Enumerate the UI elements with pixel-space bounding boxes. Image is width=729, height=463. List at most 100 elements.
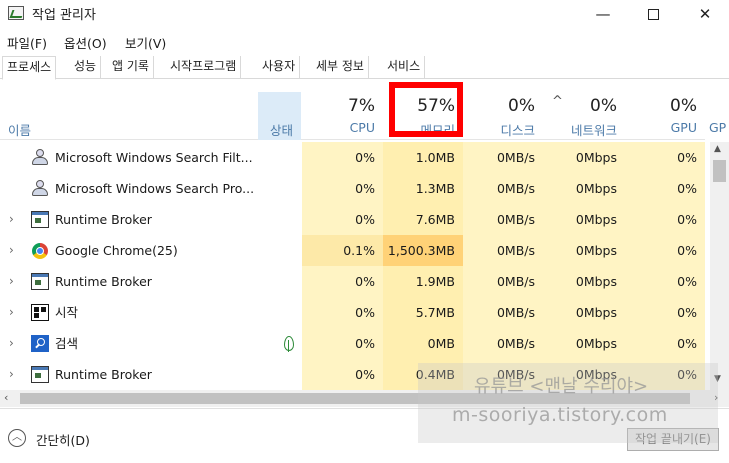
menu-bar: 파일(F) 옵션(O) 보기(V) [0,30,729,52]
process-name: Google Chrome(25) [55,243,178,258]
watermark-text: 유튜브 <맨날 수리야> [474,376,649,397]
task-manager-icon [8,6,24,20]
title-bar: 작업 관리자 — ✕ [0,0,729,28]
process-network: 0Mbps [543,266,625,297]
process-memory: 1.0MB [383,142,463,173]
process-row[interactable]: › Google Chrome(25) 0.1% 1,500.3MB 0MB/s 0Mbp… [0,235,705,266]
process-name: Microsoft Windows Search Filt... [55,150,253,165]
tab-services[interactable]: 서비스 [383,56,426,79]
column-gpu-engine-label: GP [709,120,727,135]
vertical-scrollbar[interactable]: ▲ ▼ [710,142,729,390]
cpu-total: 7% [348,96,375,116]
column-header: 이름 상태 7% CPU 57% 메모리 0% 디스크 ^ 0% 네트워크 0%… [0,92,726,140]
process-disk: 0MB/s [463,173,543,204]
tab-details[interactable]: 세부 정보 [312,56,369,79]
column-network[interactable]: ^ 0% 네트워크 [543,92,625,140]
tab-strip: 프로세스 성능 앱 기록 시작프로그램 사용자 세부 정보 서비스 [0,56,729,80]
process-row[interactable]: › 검색 0% 0MB 0MB/s 0Mbps 0% [0,328,705,359]
window-title: 작업 관리자 [32,8,96,23]
tab-performance[interactable]: 성능 [70,56,102,79]
process-gpu: 0% [625,266,705,297]
disk-total: 0% [508,96,535,116]
process-row[interactable]: › Runtime Broker 0% 1.9MB 0MB/s 0Mbps 0% [0,266,705,297]
column-status-label: 상태 [269,123,293,138]
process-memory: 7.6MB [383,204,463,235]
process-name: Runtime Broker [55,274,152,289]
network-total: 0% [590,96,617,116]
process-disk: 0MB/s [463,142,543,173]
process-gpu: 0% [625,142,705,173]
chevron-up-circle-icon[interactable]: ︿ [8,429,26,447]
fewer-details-link[interactable]: 간단히(D) [36,430,90,449]
process-memory: 1,500.3MB [383,235,463,266]
process-cpu: 0.1% [301,235,383,266]
process-memory: 0MB [383,328,463,359]
process-gpu: 0% [625,173,705,204]
tab-processes[interactable]: 프로세스 [2,56,57,80]
tab-app-history[interactable]: 앱 기록 [108,56,154,79]
process-list: Microsoft Windows Search Filt... 0% 1.0MB 0… [0,142,705,390]
tab-startup[interactable]: 시작프로그램 [166,56,242,79]
process-gpu: 0% [625,297,705,328]
scroll-up-icon[interactable]: ▲ [714,144,721,154]
process-cpu: 0% [301,328,383,359]
column-disk[interactable]: 0% 디스크 [463,92,543,140]
process-row[interactable]: › Runtime Broker 0% 7.6MB 0MB/s 0Mbps 0% [0,204,705,235]
maximize-button[interactable] [630,0,676,28]
process-network: 0Mbps [543,328,625,359]
process-memory: 5.7MB [383,297,463,328]
tab-users[interactable]: 사용자 [258,56,301,79]
column-gpu[interactable]: 0% GPU [625,92,705,140]
process-disk: 0MB/s [463,328,543,359]
process-gpu: 0% [625,204,705,235]
process-network: 0Mbps [543,204,625,235]
process-name: 시작 [55,305,79,320]
column-name[interactable]: 이름 [0,92,258,140]
process-row[interactable]: Microsoft Windows Search Pro... 0% 1.3MB 0M… [0,173,705,204]
column-gpu-engine[interactable]: GP [705,92,729,140]
process-network: 0Mbps [543,235,625,266]
process-disk: 0MB/s [463,266,543,297]
process-cpu: 0% [301,266,383,297]
watermark-url: m-sooriya.tistory.com [452,404,668,426]
process-name: Runtime Broker [55,212,152,227]
menu-options[interactable]: 옵션(O) [64,33,107,52]
column-name-label: 이름 [8,123,32,138]
process-network: 0Mbps [543,297,625,328]
menu-view[interactable]: 보기(V) [125,33,166,52]
maximize-icon [647,8,659,20]
sort-up-icon: ^ [552,94,563,109]
column-gpu-label: GPU [670,120,697,135]
process-row[interactable]: › 시작 0% 5.7MB 0MB/s 0Mbps 0% [0,297,705,328]
process-disk: 0MB/s [463,235,543,266]
process-row[interactable]: Microsoft Windows Search Filt... 0% 1.0MB 0… [0,142,705,173]
process-cpu: 0% [301,142,383,173]
process-network: 0Mbps [543,173,625,204]
process-gpu: 0% [625,235,705,266]
column-cpu-label: CPU [349,120,375,135]
process-name: Microsoft Windows Search Pro... [55,181,255,196]
process-name: Runtime Broker [55,367,152,382]
process-disk: 0MB/s [463,204,543,235]
process-gpu: 0% [625,328,705,359]
column-status[interactable]: 상태 [258,92,301,140]
process-cpu: 0% [301,359,383,390]
process-cpu: 0% [301,204,383,235]
column-network-label: 네트워크 [570,123,617,138]
close-button[interactable]: ✕ [682,0,728,28]
memory-highlight-box [389,82,463,137]
menu-file[interactable]: 파일(F) [7,33,47,52]
column-disk-label: 디스크 [500,123,535,138]
minimize-button[interactable]: — [580,0,626,28]
scroll-left-icon[interactable]: ‹ [4,391,8,404]
process-name: 검색 [55,336,79,351]
process-cpu: 0% [301,297,383,328]
process-network: 0Mbps [543,142,625,173]
column-cpu[interactable]: 7% CPU [301,92,383,140]
suspended-leaf-icon [284,336,294,352]
process-memory: 1.3MB [383,173,463,204]
gpu-total: 0% [670,96,697,116]
process-memory: 1.9MB [383,266,463,297]
process-disk: 0MB/s [463,297,543,328]
vertical-scroll-thumb[interactable] [713,160,726,182]
